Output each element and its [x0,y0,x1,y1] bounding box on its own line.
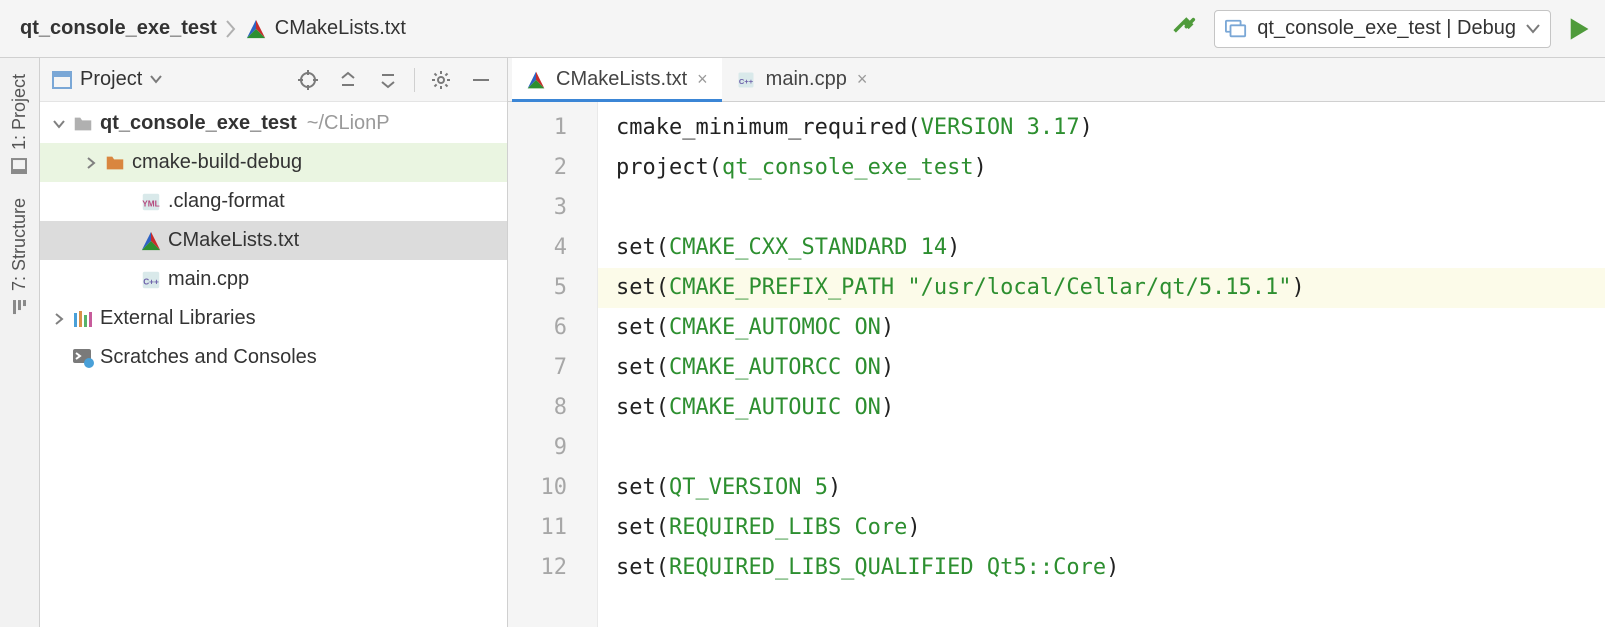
cmake-icon [138,230,164,252]
tree-item-label: CMakeLists.txt [168,229,299,252]
chevron-down-icon [150,75,162,84]
structure-bars-icon [12,299,28,315]
tree-root[interactable]: qt_console_exe_test ~/CLionP [40,104,507,143]
close-icon[interactable]: × [697,69,708,90]
tree-root-label: qt_console_exe_test [100,112,297,135]
project-window-icon [52,71,72,89]
topbar: qt_console_exe_test CMakeLists.txt qt_co… [0,0,1605,58]
editor-tabs: CMakeLists.txt × main.cpp × [508,58,1605,102]
code-line: set(REQUIRED_LIBS Core) [598,508,1605,548]
line-number: 5 [508,268,597,308]
expand-all-icon[interactable] [334,66,362,94]
tree-file-clang-format[interactable]: .clang-format [40,182,507,221]
code-line [598,188,1605,228]
run-config-label: qt_console_exe_test | Debug [1257,17,1516,40]
breadcrumb-file-label: CMakeLists.txt [275,17,406,40]
line-number: 2 [508,148,597,188]
tool-tab-project-label: 1: Project [9,74,30,150]
yml-file-icon [138,191,164,213]
target-icon[interactable] [294,66,322,94]
line-number: 4 [508,228,597,268]
tool-tab-structure-label: 7: Structure [9,198,30,291]
tab-cmakelists[interactable]: CMakeLists.txt × [512,58,722,101]
project-view-selector[interactable]: Project [52,68,162,91]
tab-label: main.cpp [766,68,847,91]
topbar-actions: qt_console_exe_test | Debug [1170,10,1591,48]
code-line: set(CMAKE_AUTOMOC ON) [598,308,1605,348]
tree-root-path: ~/CLionP [307,112,390,135]
run-config-dropdown[interactable]: qt_console_exe_test | Debug [1214,10,1551,48]
code-line: cmake_minimum_required(VERSION 3.17) [598,108,1605,148]
project-tree: qt_console_exe_test ~/CLionP cmake-build… [40,102,507,377]
tool-tab-structure[interactable]: 7: Structure [9,186,30,327]
line-number: 1 [508,108,597,148]
tree-item-label: .clang-format [168,190,285,213]
cmake-icon [245,18,267,40]
breadcrumb: qt_console_exe_test CMakeLists.txt [20,17,1160,40]
tool-tab-project[interactable]: 1: Project [9,62,30,186]
library-bars-icon [70,309,96,329]
line-number: 11 [508,508,597,548]
tree-item-label: External Libraries [100,307,256,330]
breadcrumb-project[interactable]: qt_console_exe_test [20,17,217,40]
breadcrumb-project-label: qt_console_exe_test [20,17,217,40]
code-line: set(CMAKE_AUTORCC ON) [598,348,1605,388]
collapse-all-icon[interactable] [374,66,402,94]
chevron-right-icon [225,19,237,39]
chevron-right-icon [80,157,102,169]
tree-external-libraries[interactable]: External Libraries [40,299,507,338]
code-line: set(CMAKE_CXX_STANDARD 14) [598,228,1605,268]
tree-folder-cmake-build-debug[interactable]: cmake-build-debug [40,143,507,182]
build-hammer-icon[interactable] [1170,15,1198,43]
tree-file-main-cpp[interactable]: main.cpp [40,260,507,299]
project-window-icon [12,158,28,174]
line-number: 6 [508,308,597,348]
tab-main-cpp[interactable]: main.cpp × [722,58,882,101]
code-line: set(CMAKE_AUTOUIC ON) [598,388,1605,428]
code-line: project(qt_console_exe_test) [598,148,1605,188]
cpp-file-icon [736,70,756,90]
tab-label: CMakeLists.txt [556,68,687,91]
terminal-icon [70,348,96,368]
breadcrumb-file[interactable]: CMakeLists.txt [245,17,406,40]
project-panel-header: Project [40,58,507,102]
code-line: set(QT_VERSION 5) [598,468,1605,508]
run-play-icon[interactable] [1567,16,1591,42]
folder-icon [102,152,128,174]
divider [414,68,415,92]
main: 1: Project 7: Structure Project [0,58,1605,627]
hide-panel-icon[interactable] [467,66,495,94]
code-line [598,428,1605,468]
code-line: set(CMAKE_PREFIX_PATH "/usr/local/Cellar… [598,268,1605,308]
cpp-file-icon [138,269,164,291]
line-number: 3 [508,188,597,228]
line-number: 8 [508,388,597,428]
line-number: 9 [508,428,597,468]
project-view-label: Project [80,68,142,91]
window-stack-icon [1225,19,1247,39]
line-number-gutter: 1 2 3 4 5 6 7 8 9 10 11 12 [508,102,598,627]
tree-item-label: main.cpp [168,268,249,291]
line-number: 12 [508,548,597,588]
line-number: 7 [508,348,597,388]
close-icon[interactable]: × [857,69,868,90]
code-area: 1 2 3 4 5 6 7 8 9 10 11 12 cmake_minimum… [508,102,1605,627]
tree-item-label: Scratches and Consoles [100,346,317,369]
code-line: set(REQUIRED_LIBS_QUALIFIED Qt5::Core) [598,548,1605,588]
tree-item-label: cmake-build-debug [132,151,302,174]
editor: CMakeLists.txt × main.cpp × 1 2 3 4 5 6 … [508,58,1605,627]
left-toolstrip: 1: Project 7: Structure [0,58,40,627]
gear-icon[interactable] [427,66,455,94]
cmake-icon [526,70,546,90]
tree-scratches[interactable]: Scratches and Consoles [40,338,507,377]
line-number: 10 [508,468,597,508]
code-content[interactable]: cmake_minimum_required(VERSION 3.17) pro… [598,102,1605,627]
project-panel: Project [40,58,508,627]
folder-icon [70,113,96,135]
tree-file-cmakelists[interactable]: CMakeLists.txt [40,221,507,260]
chevron-down-icon [1526,24,1540,34]
chevron-down-icon [48,118,70,130]
chevron-right-icon [48,313,70,325]
